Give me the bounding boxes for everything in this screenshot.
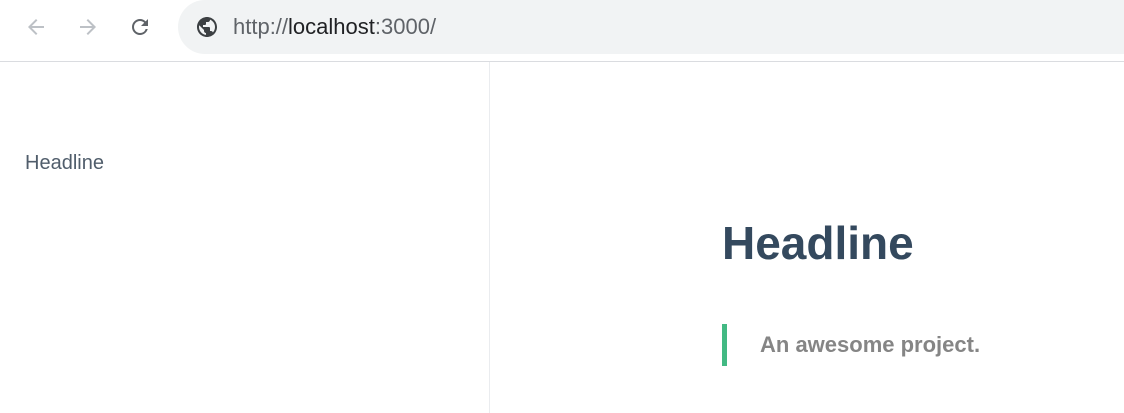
sidebar: Headline — [0, 62, 490, 413]
url-path: :3000/ — [374, 14, 437, 39]
url-text[interactable]: http://localhost:3000/ — [233, 13, 436, 41]
reload-button[interactable] — [123, 10, 157, 44]
globe-icon[interactable] — [195, 15, 219, 39]
page-title: Headline — [722, 217, 914, 269]
sidebar-item-headline[interactable]: Headline — [25, 151, 104, 175]
arrow-right-icon — [80, 19, 96, 35]
reload-icon — [132, 19, 148, 35]
blockquote-text: An awesome project. — [760, 332, 981, 357]
arrow-left-icon — [28, 19, 44, 35]
url-scheme: http:// — [233, 14, 289, 39]
back-button[interactable] — [19, 10, 53, 44]
address-bar[interactable]: http://localhost:3000/ — [178, 0, 1124, 54]
url-host: localhost — [288, 14, 375, 39]
browser-toolbar: http://localhost:3000/ — [0, 0, 1124, 62]
main-content: Headline An awesome project. — [491, 62, 1124, 413]
blockquote: An awesome project. — [722, 324, 980, 366]
forward-button[interactable] — [71, 10, 105, 44]
